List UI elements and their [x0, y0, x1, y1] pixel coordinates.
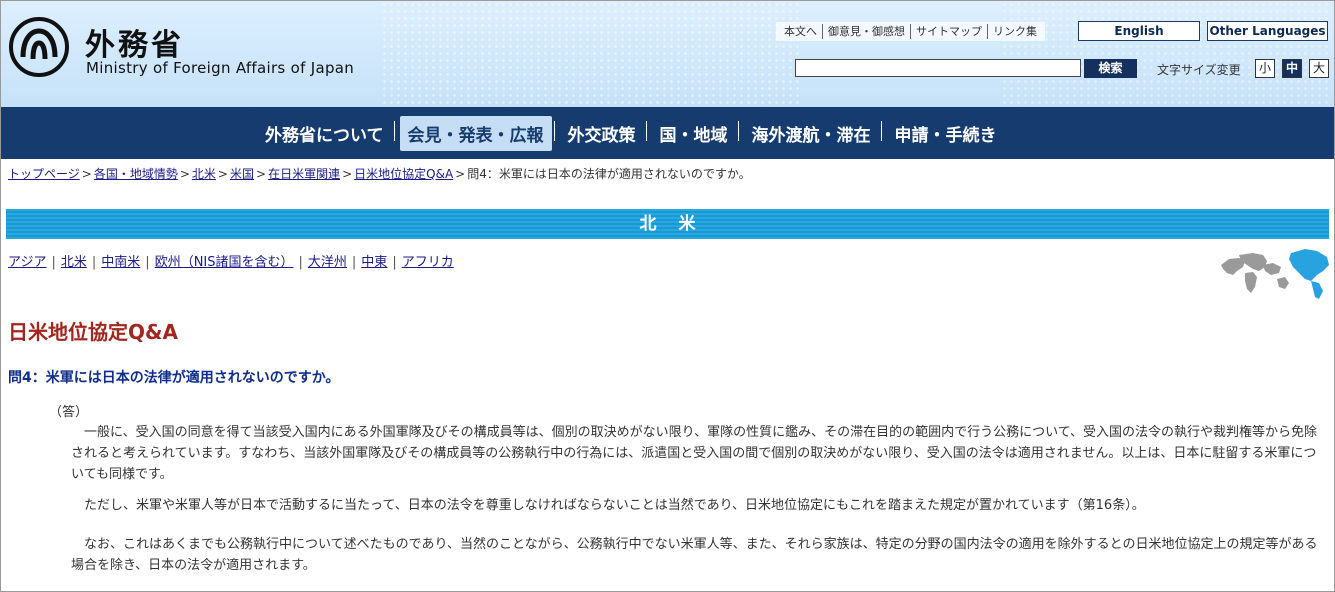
nav-item-about[interactable]: 外務省について [257, 116, 392, 151]
region-link-asia[interactable]: アジア [8, 255, 46, 270]
nav-item-countries[interactable]: 国・地域 [645, 116, 736, 151]
font-size-medium-button[interactable]: 中 [1282, 59, 1302, 78]
region-link-europe[interactable]: 欧州（NIS諸国を含む） [155, 255, 294, 270]
header-map-pattern-right [1001, 1, 1331, 107]
answer-paragraph-3: なお、これはあくまでも公務執行中について述べたものであり、当然のことながら、公務… [71, 537, 1318, 573]
search-button[interactable]: 検索 [1084, 59, 1137, 78]
util-link-sitemap[interactable]: サイトマップ [911, 24, 988, 39]
region-link-africa[interactable]: アフリカ [402, 255, 454, 270]
mofa-logo-icon[interactable] [9, 17, 69, 77]
utility-links: 本文へ 御意見・御感想 サイトマップ リンク集 [776, 22, 1045, 41]
header-map-pattern [381, 1, 801, 107]
breadcrumb-current: 問4：米軍には日本の法律が適用されないのですか。 [467, 167, 751, 181]
nav-item-travel[interactable]: 海外渡航・滞在 [737, 116, 879, 151]
breadcrumb-link-usfj[interactable]: 在日米軍関連 [268, 167, 340, 181]
answer-paragraph-1: 一般に、受入国の同意を得て当該受入国内にある外国軍隊及びその構成員等は、個別の取… [71, 425, 1318, 482]
region-link-latin-america[interactable]: 中南米 [101, 255, 140, 270]
answer-label: （答） [49, 405, 89, 420]
region-links: アジア | 北米 | 中南米 | 欧州（NIS諸国を含む） | 大洋州 | 中東 | アフリカ [8, 255, 454, 270]
world-map-icon [1221, 249, 1329, 299]
other-languages-button[interactable]: Other Languages [1207, 21, 1328, 41]
font-size-small-button[interactable]: 小 [1255, 59, 1275, 78]
answer-paragraph-2: ただし、米軍や米軍人等が日本で活動するに当たって、日本の法令を尊重しなければなら… [84, 498, 1145, 513]
breadcrumb: トップページ > 各国・地域情勢 > 北米 > 米国 > 在日米軍関連 > 日米地位協定Q&A > 問4… [8, 167, 751, 181]
util-link-feedback[interactable]: 御意見・御感想 [823, 24, 911, 39]
nav-item-press[interactable]: 会見・発表・広報 [393, 115, 552, 151]
nav-item-applications[interactable]: 申請・手続き [880, 116, 1005, 151]
breadcrumb-link-usa[interactable]: 米国 [230, 167, 254, 181]
breadcrumb-link-top[interactable]: トップページ [8, 167, 80, 181]
breadcrumb-link-north-america[interactable]: 北米 [192, 167, 216, 181]
nav-item-foreign-policy[interactable]: 外交政策 [553, 116, 644, 151]
breadcrumb-link-sofa-qa[interactable]: 日米地位協定Q&A [354, 167, 453, 181]
util-link-main-content[interactable]: 本文へ [779, 24, 823, 39]
region-band-title: 北米 [639, 214, 718, 234]
site-title-en[interactable]: Ministry of Foreign Affairs of Japan [86, 59, 354, 77]
site-header: 外務省 Ministry of Foreign Affairs of Japan… [1, 1, 1334, 107]
page-frame: 外務省 Ministry of Foreign Affairs of Japan… [0, 0, 1335, 592]
english-button[interactable]: English [1078, 21, 1200, 41]
region-link-oceania[interactable]: 大洋州 [308, 255, 347, 270]
breadcrumb-link-regions[interactable]: 各国・地域情勢 [94, 167, 178, 181]
font-size-large-button[interactable]: 大 [1309, 59, 1329, 78]
page-title: 日米地位協定Q&A [8, 320, 178, 344]
question-heading: 問4：米軍には日本の法律が適用されないのですか。 [8, 370, 340, 386]
region-band: 北米 [6, 209, 1329, 239]
region-link-north-america[interactable]: 北米 [61, 255, 87, 270]
global-nav: 外務省について 会見・発表・広報 外交政策 国・地域 海外渡航・滞在 申請・手続… [1, 107, 1334, 159]
util-link-links[interactable]: リンク集 [988, 24, 1042, 39]
region-link-middle-east[interactable]: 中東 [361, 255, 387, 270]
site-title-jp[interactable]: 外務省 [85, 20, 184, 64]
font-size-label: 文字サイズ変更 [1157, 63, 1241, 77]
search-input[interactable] [795, 59, 1081, 77]
